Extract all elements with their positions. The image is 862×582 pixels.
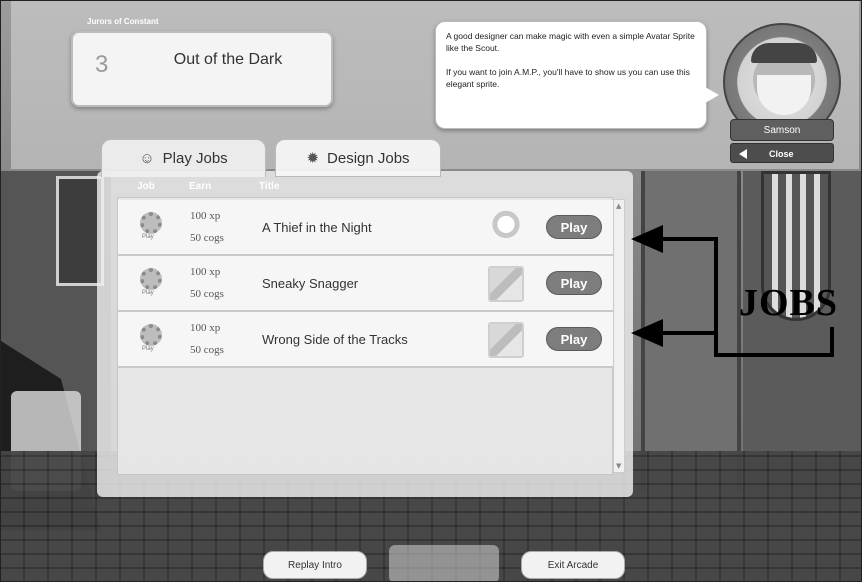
scroll-up-icon[interactable]: ▲ xyxy=(616,202,621,210)
annotation-line xyxy=(661,331,717,335)
column-header-earn: Earn xyxy=(189,181,212,192)
level-number: 3 xyxy=(95,51,109,78)
bottom-center-slot xyxy=(389,545,499,581)
people-icon: ☺ xyxy=(139,150,155,167)
replay-intro-button[interactable]: Replay Intro xyxy=(263,551,367,579)
list-scrollbar[interactable]: ▲ ▼ xyxy=(613,199,625,473)
gear-icon: ✹ xyxy=(306,150,320,167)
job-title: A Thief in the Night xyxy=(262,220,372,235)
speech-line-1: A good designer can make magic with even… xyxy=(446,31,695,53)
column-header-title: Title xyxy=(259,181,280,192)
level-title: Out of the Dark xyxy=(173,51,283,68)
play-button[interactable]: Play xyxy=(546,327,602,351)
tab-play-jobs-label: Play Jobs xyxy=(162,150,228,167)
level-card: 3 Out of the Dark xyxy=(71,31,333,107)
job-cogs: 50 cogs xyxy=(190,288,224,300)
character-cap xyxy=(751,43,817,63)
map-icon xyxy=(488,266,524,302)
column-header-job: Job xyxy=(137,181,155,192)
annotation-line xyxy=(830,327,834,357)
annotation-label: JOBS xyxy=(739,282,839,324)
level-category-label: Jurors of Constant xyxy=(87,17,159,26)
game-scene: 3 Out of the Dark Jurors of Constant A g… xyxy=(0,0,862,582)
job-xp: 100 xp xyxy=(190,266,221,278)
job-row[interactable]: Play 100 xp 50 cogs Wrong Side of the Tr… xyxy=(118,312,614,368)
job-cog-icon: Play xyxy=(138,268,164,298)
tab-play-jobs[interactable]: ☺ Play Jobs xyxy=(101,139,266,177)
play-button[interactable]: Play xyxy=(546,215,602,239)
job-icon-label: Play xyxy=(142,346,154,352)
character-icon xyxy=(488,210,524,246)
arrow-left-icon xyxy=(631,319,663,347)
map-icon xyxy=(488,322,524,358)
tab-design-jobs-label: Design Jobs xyxy=(327,149,410,167)
speech-line-2: If you want to join A.M.P., you'll have … xyxy=(446,67,690,89)
jobs-list: Play 100 xp 50 cogs A Thief in the Night… xyxy=(117,197,614,475)
close-button[interactable]: Close xyxy=(730,143,834,163)
character-name-plate: Samson xyxy=(730,119,834,141)
job-row[interactable]: Play 100 xp 50 cogs A Thief in the Night… xyxy=(118,200,614,256)
job-cogs: 50 cogs xyxy=(190,232,224,244)
job-cog-icon: Play xyxy=(138,212,164,242)
close-label: Close xyxy=(769,149,794,159)
job-xp: 100 xp xyxy=(190,322,221,334)
job-cogs: 50 cogs xyxy=(190,344,224,356)
character-beard xyxy=(757,75,811,115)
exit-arcade-button[interactable]: Exit Arcade xyxy=(521,551,625,579)
scroll-down-icon[interactable]: ▼ xyxy=(616,462,621,470)
job-icon-label: Play xyxy=(142,234,154,240)
job-cog-icon: Play xyxy=(138,324,164,354)
arrow-left-icon xyxy=(631,225,663,253)
job-xp: 100 xp xyxy=(190,210,221,222)
annotation-line xyxy=(661,237,717,241)
job-title: Wrong Side of the Tracks xyxy=(262,332,408,347)
speech-tail xyxy=(705,87,719,103)
tab-design-jobs[interactable]: ✹ Design Jobs xyxy=(275,139,441,177)
play-button[interactable]: Play xyxy=(546,271,602,295)
annotation-line xyxy=(714,353,834,357)
speech-bubble: A good designer can make magic with even… xyxy=(435,21,707,129)
job-title: Sneaky Snagger xyxy=(262,276,359,291)
annotation-line xyxy=(714,237,718,357)
job-row[interactable]: Play 100 xp 50 cogs Sneaky Snagger Play xyxy=(118,256,614,312)
job-icon-label: Play xyxy=(142,290,154,296)
back-arrow-icon xyxy=(739,149,747,159)
